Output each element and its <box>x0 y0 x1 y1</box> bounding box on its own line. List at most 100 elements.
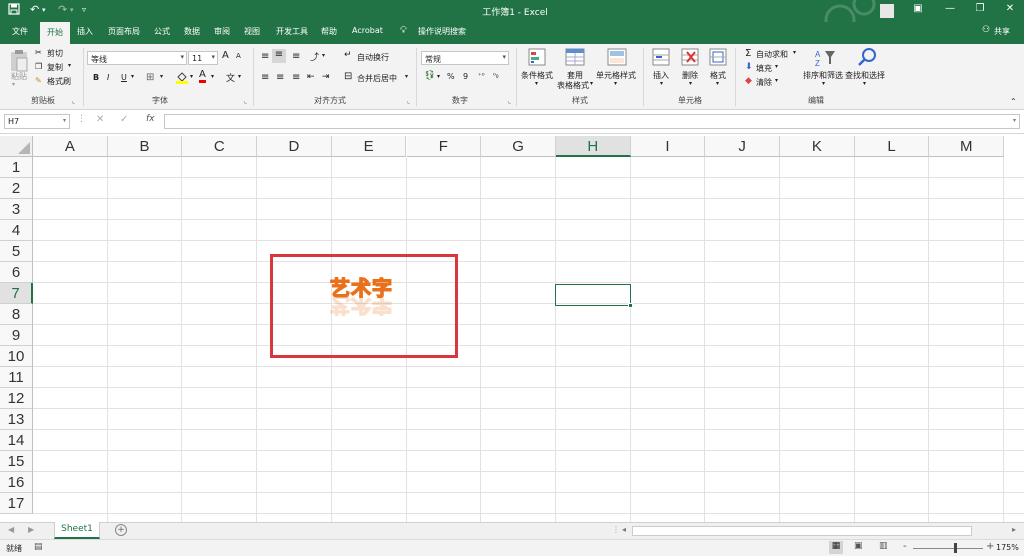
merge-dropdown-icon[interactable]: ▾ <box>405 73 408 80</box>
undo-dropdown-icon[interactable]: ▾ <box>42 6 46 14</box>
bold-button[interactable]: B <box>93 73 99 82</box>
merge-center-icon[interactable]: ⊟ <box>344 71 352 82</box>
column-header-c[interactable]: C <box>182 136 258 157</box>
scroll-right-icon[interactable]: ▸ <box>1012 525 1016 534</box>
account-avatar[interactable] <box>880 4 894 18</box>
sort-filter-icon[interactable]: AZ <box>814 48 836 70</box>
align-right-icon[interactable]: ≡ <box>292 72 300 83</box>
autosum-button[interactable]: 自动求和 <box>756 49 788 60</box>
format-cells-icon[interactable] <box>709 48 727 68</box>
horizontal-scrollbar-thumb[interactable] <box>632 526 972 536</box>
column-header-g[interactable]: G <box>481 136 556 157</box>
normal-view-icon[interactable]: ▦ <box>829 541 843 554</box>
align-bottom-icon[interactable]: ≡ <box>292 51 300 62</box>
wrap-text-button[interactable]: 自动换行 <box>357 52 389 63</box>
minimize-icon[interactable]: — <box>942 3 958 17</box>
tab-help[interactable]: 帮助 <box>321 26 337 37</box>
phonetic-dropdown-icon[interactable]: ▾ <box>238 73 241 80</box>
align-top-icon[interactable]: ≡ <box>261 51 269 62</box>
undo-icon[interactable]: ↶ <box>30 3 39 16</box>
column-header-l[interactable]: L <box>854 136 930 157</box>
column-header-h[interactable]: H <box>555 136 631 157</box>
font-color-button[interactable]: A <box>199 70 206 83</box>
row-header-12[interactable]: 12 <box>0 388 33 409</box>
font-launcher-icon[interactable]: ⌞ <box>244 97 247 105</box>
save-icon[interactable] <box>8 3 20 18</box>
tab-page-layout[interactable]: 页面布局 <box>108 26 140 37</box>
row-header-2[interactable]: 2 <box>0 178 33 199</box>
clipboard-launcher-icon[interactable]: ⌞ <box>72 97 75 105</box>
table-dropdown-icon[interactable]: ▾ <box>590 80 593 87</box>
column-header-i[interactable]: I <box>630 136 706 157</box>
fill-dropdown-icon[interactable]: ▾ <box>775 63 778 70</box>
row-header-13[interactable]: 13 <box>0 409 33 430</box>
zoom-slider-thumb[interactable] <box>954 543 957 553</box>
format-painter-icon[interactable]: ✎ <box>35 76 42 85</box>
tab-splitter-icon[interactable]: ⋮ <box>612 525 620 534</box>
format-as-table-icon[interactable] <box>565 48 585 68</box>
macro-record-icon[interactable]: ▤ <box>34 542 43 552</box>
column-header-k[interactable]: K <box>780 136 855 157</box>
row-header-9[interactable]: 9 <box>0 325 33 346</box>
column-header-m[interactable]: M <box>929 136 1005 157</box>
cut-button[interactable]: 剪切 <box>47 48 63 59</box>
close-icon[interactable]: ✕ <box>1002 3 1018 17</box>
underline-dropdown-icon[interactable]: ▾ <box>131 73 134 80</box>
fill-color-icon[interactable] <box>176 71 188 86</box>
previous-sheet-icon[interactable]: ◀ <box>8 525 14 534</box>
row-header-17[interactable]: 17 <box>0 493 33 514</box>
find-select-icon[interactable] <box>857 47 877 69</box>
borders-icon[interactable]: ⊞ <box>146 72 154 83</box>
row-header-10[interactable]: 10 <box>0 346 33 367</box>
font-size-combo[interactable]: 11 ▾ <box>188 51 218 65</box>
redo-icon[interactable]: ↷ <box>58 3 67 16</box>
autosum-icon[interactable]: Σ <box>745 48 751 59</box>
insert-cells-icon[interactable] <box>652 48 670 68</box>
wordart-object[interactable]: 艺术字 艺术字 <box>329 272 406 317</box>
accounting-format-icon[interactable]: 💱︎ <box>424 71 435 81</box>
row-header-16[interactable]: 16 <box>0 472 33 493</box>
next-sheet-icon[interactable]: ▶ <box>28 525 34 534</box>
row-header-15[interactable]: 15 <box>0 451 33 472</box>
ribbon-display-options-icon[interactable]: ▣ <box>910 3 926 17</box>
find-dropdown-icon[interactable]: ▾ <box>863 80 866 87</box>
scroll-left-icon[interactable]: ◂ <box>622 525 626 534</box>
sort-dropdown-icon[interactable]: ▾ <box>822 80 825 87</box>
column-header-b[interactable]: B <box>107 136 183 157</box>
tab-developer[interactable]: 开发工具 <box>276 26 308 37</box>
cell-styles-dropdown-icon[interactable]: ▾ <box>614 80 617 87</box>
tab-view[interactable]: 视图 <box>244 26 260 37</box>
zoom-slider[interactable] <box>913 548 983 549</box>
conditional-formatting-icon[interactable] <box>528 48 546 68</box>
clear-icon[interactable]: ◆ <box>745 76 752 86</box>
fill-handle[interactable] <box>628 303 633 308</box>
tab-review[interactable]: 审阅 <box>214 26 230 37</box>
cut-icon[interactable]: ✂ <box>35 48 42 57</box>
tab-insert[interactable]: 插入 <box>77 26 93 37</box>
column-header-d[interactable]: D <box>257 136 332 157</box>
align-center-icon[interactable]: ≡ <box>276 72 284 83</box>
select-all-corner[interactable] <box>0 136 33 157</box>
underline-button[interactable]: U <box>121 73 127 82</box>
column-header-j[interactable]: J <box>705 136 780 157</box>
cancel-icon[interactable]: ✕ <box>96 114 104 125</box>
paste-dropdown-icon[interactable]: ▾ <box>12 81 15 88</box>
align-left-icon[interactable]: ≡ <box>261 72 269 83</box>
insert-function-button[interactable]: fx <box>146 114 155 124</box>
number-launcher-icon[interactable]: ⌞ <box>508 97 511 105</box>
borders-dropdown-icon[interactable]: ▾ <box>160 73 163 80</box>
row-header-11[interactable]: 11 <box>0 367 33 388</box>
zoom-level[interactable]: 175% <box>996 543 1019 552</box>
comma-style-button[interactable]: 9 <box>463 72 468 81</box>
worksheet-grid[interactable]: ABCDEFGHIJKLM 1 2 3 4 5 6 7 8 9 10 11 12 13 14 15 16 17 … <box>0 136 1024 522</box>
grow-font-button[interactable]: A <box>222 50 229 61</box>
row-header-4[interactable]: 4 <box>0 220 33 241</box>
decrease-indent-icon[interactable]: ⇤ <box>307 72 315 82</box>
shrink-font-button[interactable]: A <box>236 52 241 60</box>
row-header-7[interactable]: 7 <box>0 283 33 304</box>
font-name-combo[interactable]: 等线 ▾ <box>87 51 187 65</box>
alignment-launcher-icon[interactable]: ⌞ <box>407 97 410 105</box>
tab-data[interactable]: 数据 <box>184 26 200 37</box>
wrap-text-icon[interactable]: ↵ <box>344 50 352 60</box>
format-dropdown-icon[interactable]: ▾ <box>716 80 719 87</box>
